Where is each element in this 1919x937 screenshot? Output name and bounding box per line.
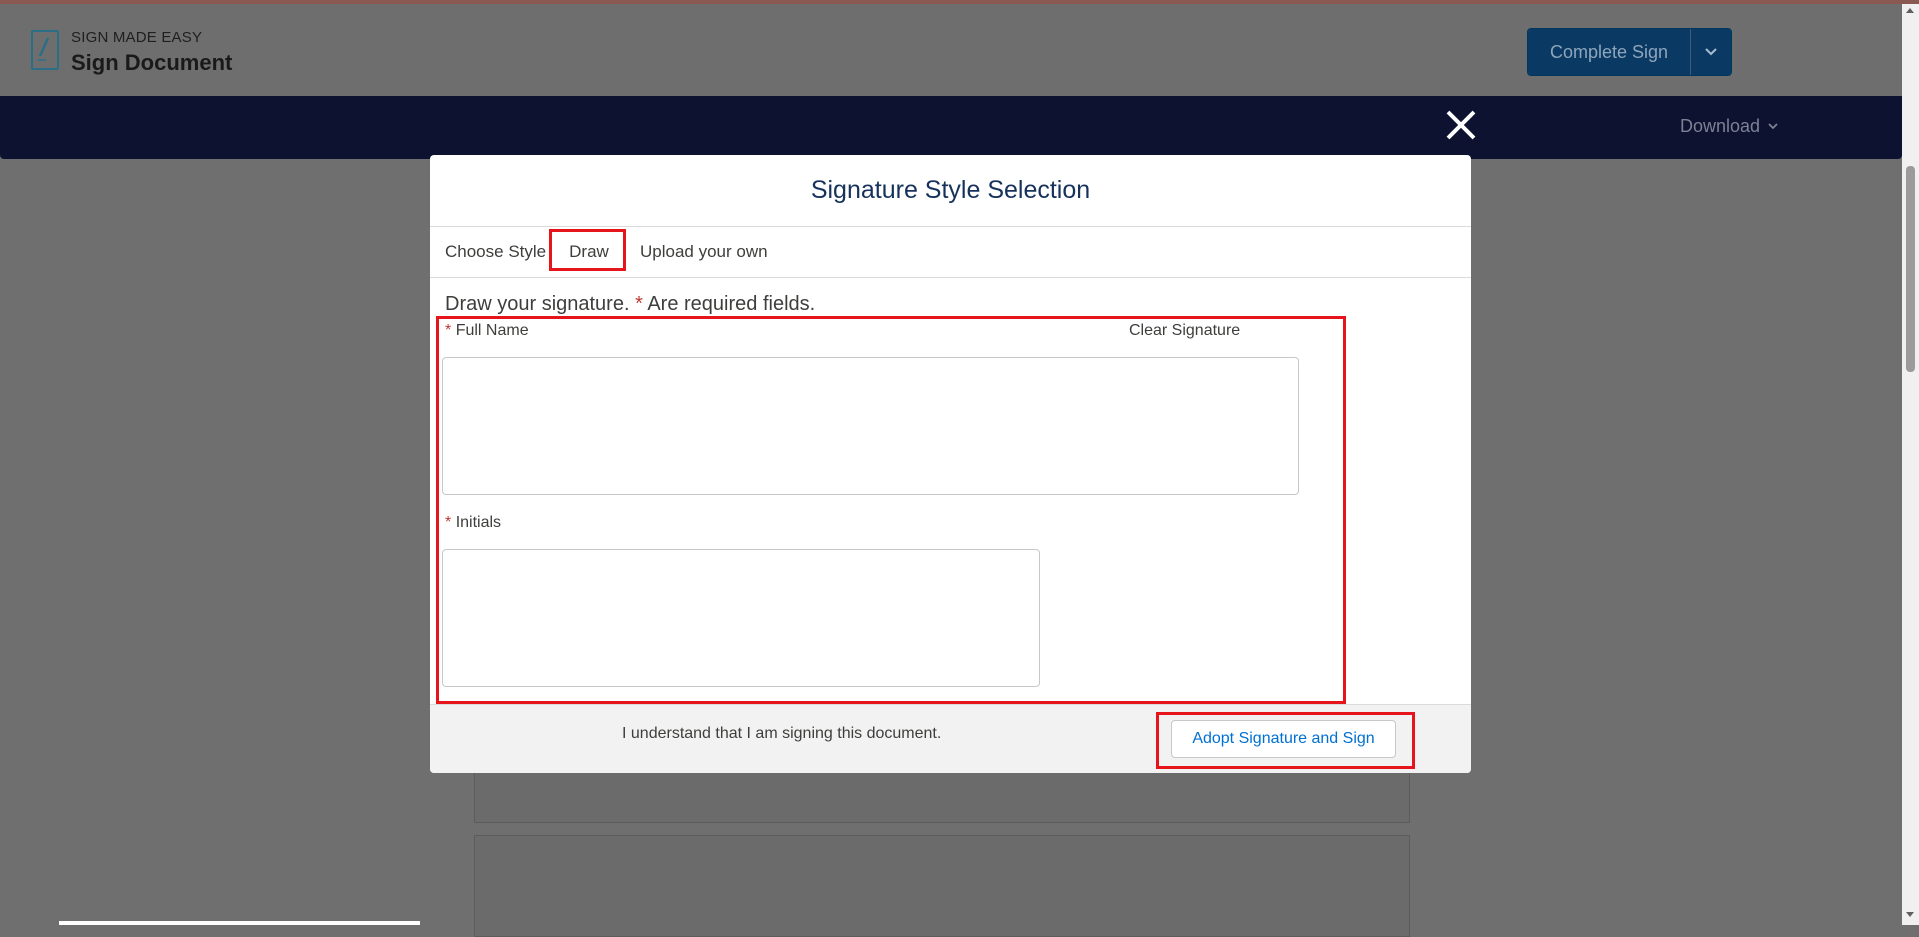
highlight-box-adopt-button bbox=[1156, 712, 1415, 769]
draw-instructions: Draw your signature. * Are required fiel… bbox=[445, 293, 815, 316]
consent-text: I understand that I am signing this docu… bbox=[622, 725, 942, 742]
required-marker: * bbox=[635, 293, 643, 315]
chevron-down-icon bbox=[1705, 48, 1717, 56]
tab-upload-your-own[interactable]: Upload your own bbox=[640, 227, 768, 277]
scroll-up-arrow-icon[interactable] bbox=[1906, 8, 1914, 13]
document-logo-icon bbox=[31, 30, 59, 70]
modal-title: Signature Style Selection bbox=[430, 155, 1471, 227]
complete-sign-button-group: Complete Sign bbox=[1527, 28, 1733, 76]
document-toolbar bbox=[0, 96, 1902, 159]
page-title: Sign Document bbox=[71, 50, 233, 75]
complete-sign-button[interactable]: Complete Sign bbox=[1528, 29, 1692, 75]
modal-footer: I understand that I am signing this docu… bbox=[430, 704, 1471, 773]
download-label: Download bbox=[1680, 116, 1761, 136]
download-menu[interactable]: Download bbox=[1680, 116, 1778, 137]
tab-choose-style[interactable]: Choose Style bbox=[445, 227, 546, 277]
highlight-box-draw-tab bbox=[549, 229, 626, 271]
scrollbar-track[interactable] bbox=[1902, 4, 1919, 925]
close-icon[interactable] bbox=[1444, 108, 1478, 142]
instructions-prefix: Draw your signature. bbox=[445, 293, 630, 315]
document-page bbox=[474, 835, 1410, 937]
scrollbar-thumb[interactable] bbox=[1906, 166, 1915, 372]
scroll-down-arrow-icon[interactable] bbox=[1906, 912, 1914, 917]
signature-style-modal: Signature Style Selection Choose Style D… bbox=[430, 155, 1471, 773]
brand-subtitle: SIGN MADE EASY bbox=[71, 29, 203, 46]
chevron-down-icon bbox=[1768, 123, 1778, 130]
instructions-suffix: Are required fields. bbox=[647, 293, 816, 315]
highlight-box-signature-fields bbox=[436, 316, 1346, 704]
complete-sign-dropdown-button[interactable] bbox=[1691, 29, 1732, 75]
bottom-strip bbox=[59, 921, 420, 925]
app-header: SIGN MADE EASY Sign Document Complete Si… bbox=[0, 4, 1902, 97]
signature-style-tabs: Choose Style Draw Upload your own bbox=[430, 227, 1471, 278]
